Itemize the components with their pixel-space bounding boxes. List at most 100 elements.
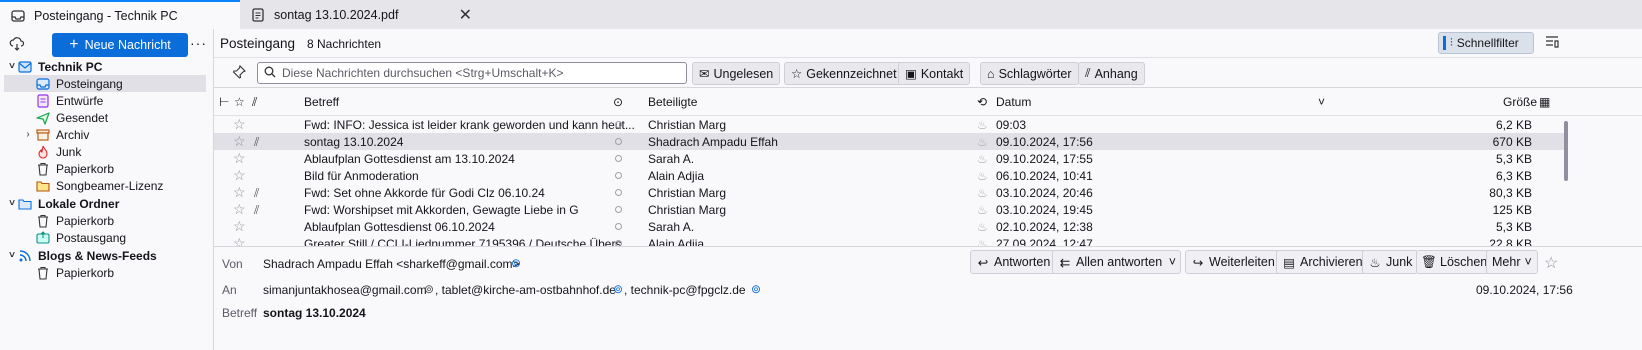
- filter-unread-button[interactable]: ✉ Ungelesen: [692, 62, 781, 85]
- subject-label: Betreff: [222, 306, 258, 320]
- more-button[interactable]: Mehr ˅: [1486, 250, 1538, 274]
- junk-status-icon[interactable]: ♨: [977, 118, 988, 132]
- filter-attachment-button[interactable]: ⫽ Anhang: [1078, 62, 1145, 85]
- sidebar-item-posteingang[interactable]: Posteingang: [4, 75, 206, 92]
- column-size[interactable]: Größe: [1503, 95, 1537, 109]
- sidebar-item-junk[interactable]: Junk: [4, 143, 206, 160]
- star-icon[interactable]: ☆: [233, 235, 246, 246]
- sidebar-item-gesendet[interactable]: Gesendet: [4, 109, 206, 126]
- to-value-3[interactable]: , technik-pc@fpgclz.de: [624, 283, 746, 297]
- column-date[interactable]: Datum: [996, 95, 1031, 109]
- tab-pdf[interactable]: sontag 13.10.2024.pdf ✕: [240, 0, 480, 29]
- contact-icon[interactable]: ⊚: [613, 282, 623, 296]
- subject-cell: Fwd: INFO: Jessica ist leider krank gewo…: [304, 118, 635, 132]
- reply-button[interactable]: ↩ Antworten: [970, 250, 1057, 274]
- junk-status-icon[interactable]: ♨: [977, 220, 988, 234]
- chevron-right-icon[interactable]: ›: [22, 129, 34, 140]
- date-cell: 09.10.2024, 17:56: [996, 135, 1093, 149]
- get-messages-icon[interactable]: [9, 36, 25, 55]
- forward-button[interactable]: ↪ Weiterleiten: [1185, 250, 1281, 274]
- more-icon[interactable]: ···: [190, 35, 207, 51]
- table-row[interactable]: ☆ Fwd: INFO: Jessica ist leider krank ge…: [214, 116, 1566, 133]
- star-icon[interactable]: ☆: [233, 184, 246, 201]
- sidebar-item-postausgang[interactable]: Postausgang: [4, 229, 206, 246]
- new-message-button[interactable]: + Neue Nachricht: [52, 33, 188, 57]
- account-lokale-ordner[interactable]: ˅ Lokale Ordner: [0, 195, 213, 212]
- star-icon[interactable]: ☆: [1544, 253, 1558, 273]
- table-row[interactable]: ☆ ⫽ sontag 13.10.2024 Shadrach Ampadu Ef…: [214, 133, 1566, 150]
- account-technik-pc[interactable]: ˅ Technik PC: [0, 58, 213, 75]
- star-icon[interactable]: ☆: [233, 167, 246, 184]
- star-icon[interactable]: ☆: [233, 133, 246, 150]
- star-icon[interactable]: ☆: [233, 150, 246, 167]
- read-status-icon[interactable]: [615, 206, 622, 213]
- read-status-icon[interactable]: [615, 155, 622, 162]
- sidebar-item-songbeamer[interactable]: Songbeamer-Lizenz: [4, 177, 206, 194]
- star-col-icon[interactable]: ☆: [234, 95, 245, 109]
- size-cell: 5,3 KB: [1495, 152, 1532, 166]
- attachment-col-icon[interactable]: ⫽: [252, 95, 257, 110]
- account-blogs-news[interactable]: ˅ Blogs & News-Feeds: [0, 247, 213, 264]
- table-row[interactable]: ☆ ⫽ Fwd: Worshipset mit Akkorden, Gewagt…: [214, 201, 1566, 218]
- column-header: ⊢ ☆ ⫽ Betreff ⊙ Beteiligte ⟲ Datum ˅ Grö…: [214, 88, 1642, 116]
- to-value-1[interactable]: simanjuntakhosea@gmail.com: [263, 283, 427, 297]
- column-picker-icon[interactable]: ▦: [1539, 95, 1550, 109]
- read-status-icon[interactable]: [615, 138, 622, 145]
- column-subject[interactable]: Betreff: [304, 95, 339, 109]
- from-value[interactable]: Shadrach Ampadu Effah <sharkeff@gmail.co…: [263, 257, 520, 271]
- read-status-icon[interactable]: [615, 121, 622, 128]
- close-icon[interactable]: ✕: [459, 5, 472, 25]
- layout-icon[interactable]: [1545, 35, 1559, 52]
- sidebar-item-papierkorb-lokal[interactable]: Papierkorb: [4, 212, 206, 229]
- filter-starred-button[interactable]: ☆ Gekennzeichnet: [784, 62, 904, 85]
- junk-status-icon[interactable]: ♨: [977, 152, 988, 166]
- star-icon[interactable]: ☆: [233, 116, 246, 133]
- tab-inbox[interactable]: Posteingang - Technik PC: [0, 0, 240, 29]
- filter-tags-button[interactable]: ⌂ Schlagwörter: [980, 62, 1079, 85]
- subject-cell: Ablaufplan Gottesdienst am 13.10.2024: [304, 152, 515, 166]
- quickfilter-toggle[interactable]: ⫶ Schnellfilter: [1438, 32, 1534, 54]
- read-status-icon[interactable]: [615, 172, 622, 179]
- star-icon[interactable]: ☆: [233, 218, 246, 235]
- junk-status-icon[interactable]: ♨: [977, 169, 988, 183]
- archive-button[interactable]: ▤ Archivieren: [1276, 250, 1369, 274]
- scrollbar[interactable]: [1564, 121, 1568, 181]
- unread-col-icon[interactable]: ⊙: [613, 95, 623, 109]
- sort-chevron-icon[interactable]: ˅: [1318, 95, 1325, 109]
- contact-icon[interactable]: ⊚: [511, 256, 521, 270]
- to-value-2[interactable]: , tablet@kirche-am-ostbahnhof.de: [435, 283, 616, 297]
- chevron-down-icon[interactable]: ˅: [6, 250, 18, 261]
- sidebar-item-entwuerfe[interactable]: Entwürfe: [4, 92, 206, 109]
- junk-status-icon[interactable]: ♨: [977, 237, 988, 246]
- sidebar-item-archiv[interactable]: › Archiv: [4, 126, 206, 143]
- pin-icon[interactable]: [232, 64, 246, 82]
- search-input[interactable]: Diese Nachrichten durchsuchen <Strg+Umsc…: [257, 62, 687, 84]
- filter-contact-button[interactable]: ▣ Kontakt: [898, 62, 971, 85]
- junk-col-icon[interactable]: ⟲: [977, 95, 987, 109]
- junk-status-icon[interactable]: ♨: [977, 135, 988, 149]
- read-status-icon[interactable]: [615, 189, 622, 196]
- star-icon[interactable]: ☆: [233, 201, 246, 218]
- contact-icon[interactable]: ⊚: [424, 282, 434, 296]
- sidebar-item-papierkorb-feeds[interactable]: Papierkorb: [4, 264, 206, 281]
- junk-button[interactable]: ♨ Junk: [1362, 250, 1419, 274]
- column-correspondents[interactable]: Beteiligte: [648, 95, 697, 109]
- reply-all-button[interactable]: ⇇ Allen antworten ˅: [1052, 250, 1181, 274]
- delete-button[interactable]: 🗑 Löschen: [1416, 250, 1494, 274]
- table-row[interactable]: ☆ Ablaufplan Gottesdienst am 13.10.2024 …: [214, 150, 1566, 167]
- junk-status-icon[interactable]: ♨: [977, 203, 988, 217]
- table-row[interactable]: ☆ Bild für Anmoderation Alain Adjia ♨ 06…: [214, 167, 1566, 184]
- send-icon: [36, 111, 50, 125]
- contact-icon[interactable]: ⊚: [751, 282, 761, 296]
- size-cell: 22,8 KB: [1489, 237, 1532, 246]
- table-row[interactable]: ☆ Ablaufplan Gottesdienst 06.10.2024 Sar…: [214, 218, 1566, 235]
- chevron-down-icon[interactable]: ˅: [6, 61, 18, 72]
- sidebar-item-papierkorb[interactable]: Papierkorb: [4, 160, 206, 177]
- chevron-down-icon[interactable]: ˅: [1169, 255, 1176, 269]
- junk-status-icon[interactable]: ♨: [977, 186, 988, 200]
- table-row[interactable]: ☆ Greater Still / CCLI-Liednummer 719539…: [214, 235, 1566, 246]
- table-row[interactable]: ☆ ⫽ Fwd: Set ohne Akkorde für Godi Clz 0…: [214, 184, 1566, 201]
- read-status-icon[interactable]: [615, 223, 622, 230]
- thread-col-icon[interactable]: ⊢: [219, 95, 229, 109]
- chevron-down-icon[interactable]: ˅: [6, 198, 18, 209]
